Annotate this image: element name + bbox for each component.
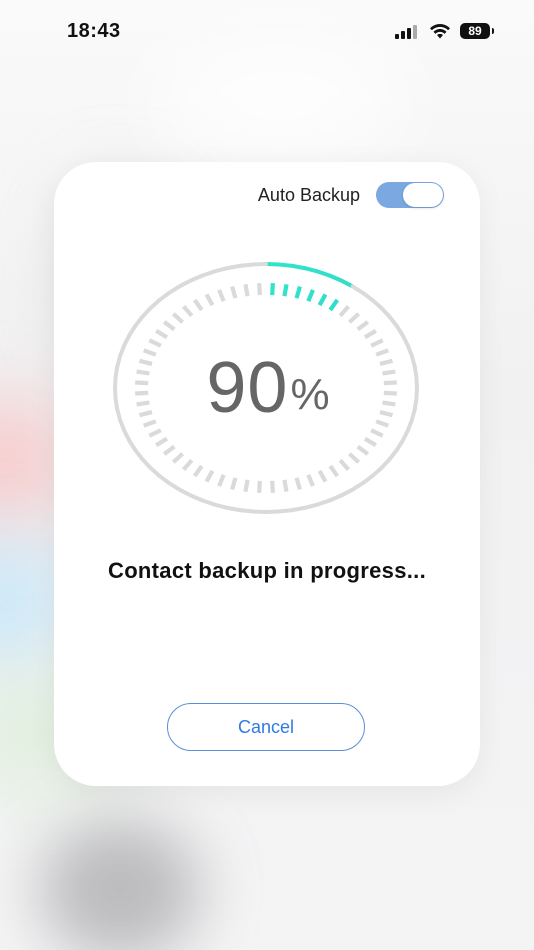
status-icons: 89 [394,22,494,40]
status-bar: 18:43 89 [0,0,534,64]
auto-backup-toggle[interactable] [376,182,444,208]
progress-value: 90 [206,348,289,428]
progress-unit: % [290,370,330,419]
wifi-icon [430,23,450,39]
auto-backup-label: Auto Backup [257,184,360,205]
progress-percent: 90 % [111,258,421,518]
progress-ring: 90 % [111,258,421,518]
backup-card: Auto Backup 90 % Contact backup in progr… [54,162,480,786]
background-blur-gray [40,820,200,950]
battery-level: 89 [468,24,482,38]
toggle-knob [403,183,443,207]
signal-icon [395,25,417,39]
battery-icon: 89 [460,23,494,39]
status-text: Contact backup in progress... [108,558,426,583]
status-time: 18:43 [67,20,121,42]
cancel-button[interactable]: Cancel [167,703,365,751]
auto-backup-row: Auto Backup [258,182,444,208]
